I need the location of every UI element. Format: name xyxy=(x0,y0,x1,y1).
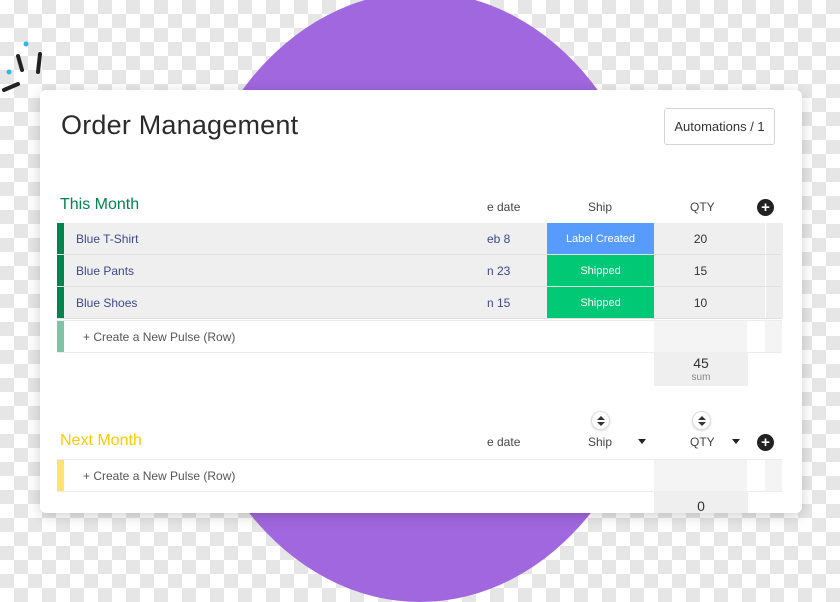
qty-sum-value: 45 xyxy=(693,355,709,371)
qty-sum-footer: 0 xyxy=(654,491,748,513)
ship-status-label-created[interactable]: Label Created xyxy=(547,223,654,254)
ship-sort-icon[interactable] xyxy=(591,411,610,430)
qty-empty-cell xyxy=(654,321,747,352)
create-pulse-row[interactable]: + Create a New Pulse (Row) xyxy=(57,459,782,492)
row-end-cell xyxy=(765,460,782,491)
ship-status-shipped[interactable]: Shipped xyxy=(547,255,654,286)
ship-status-shipped[interactable]: Shipped xyxy=(547,287,654,318)
ship-column-caret-down-icon[interactable] xyxy=(638,439,646,444)
table-row[interactable]: Blue Shoes n 15 Shipped 10 xyxy=(57,287,783,319)
group-color-bar xyxy=(57,287,64,318)
pulse-name[interactable]: Blue T-Shirt xyxy=(76,232,138,246)
date-cell[interactable]: eb 8 xyxy=(487,232,510,246)
qty-sort-icon[interactable] xyxy=(692,411,711,430)
group-title-next-month[interactable]: Next Month xyxy=(60,432,142,450)
qty-sum-value: 0 xyxy=(697,498,705,513)
create-pulse-row[interactable]: + Create a New Pulse (Row) xyxy=(57,320,782,353)
qty-cell[interactable]: 10 xyxy=(654,287,747,318)
row-end-cell xyxy=(765,321,782,352)
pulse-name[interactable]: Blue Pants xyxy=(76,264,134,278)
column-header-qty[interactable]: QTY xyxy=(690,200,715,214)
table-row[interactable]: Blue Pants n 23 Shipped 15 xyxy=(57,255,783,287)
add-column-plus-icon[interactable]: + xyxy=(757,199,774,216)
group-color-bar xyxy=(57,321,64,352)
date-cell[interactable]: n 23 xyxy=(487,264,510,278)
row-end-cell xyxy=(765,255,783,286)
date-cell[interactable]: n 15 xyxy=(487,296,510,310)
group-color-bar xyxy=(57,460,64,491)
group-title-this-month[interactable]: This Month xyxy=(60,196,139,214)
column-header-ship[interactable]: Ship xyxy=(588,435,612,449)
column-header-date[interactable]: e date xyxy=(487,435,520,449)
sparkle-decoration-icon xyxy=(2,41,42,92)
table-row[interactable]: Blue T-Shirt eb 8 Label Created 20 xyxy=(57,223,783,255)
qty-empty-cell xyxy=(654,460,747,491)
pulse-name[interactable]: Blue Shoes xyxy=(76,296,137,310)
board-title: Order Management xyxy=(61,110,299,140)
column-header-ship[interactable]: Ship xyxy=(588,200,612,214)
qty-cell[interactable]: 20 xyxy=(654,223,747,254)
automations-button[interactable]: Automations / 1 xyxy=(664,108,775,145)
create-pulse-label[interactable]: + Create a New Pulse (Row) xyxy=(83,469,235,483)
row-end-cell xyxy=(765,287,783,318)
column-header-qty[interactable]: QTY xyxy=(690,435,715,449)
group-color-bar xyxy=(57,255,64,286)
qty-cell[interactable]: 15 xyxy=(654,255,747,286)
column-header-date[interactable]: e date xyxy=(487,200,520,214)
group-color-bar xyxy=(57,223,64,254)
board-card: Order Management Automations / 1 This Mo… xyxy=(40,90,802,513)
create-pulse-label[interactable]: + Create a New Pulse (Row) xyxy=(83,330,235,344)
qty-sum-label: sum xyxy=(691,372,711,383)
add-column-plus-icon[interactable]: + xyxy=(757,434,774,451)
qty-sum-footer: 45 sum xyxy=(654,352,748,386)
row-end-cell xyxy=(765,223,783,254)
qty-column-caret-down-icon[interactable] xyxy=(732,439,740,444)
